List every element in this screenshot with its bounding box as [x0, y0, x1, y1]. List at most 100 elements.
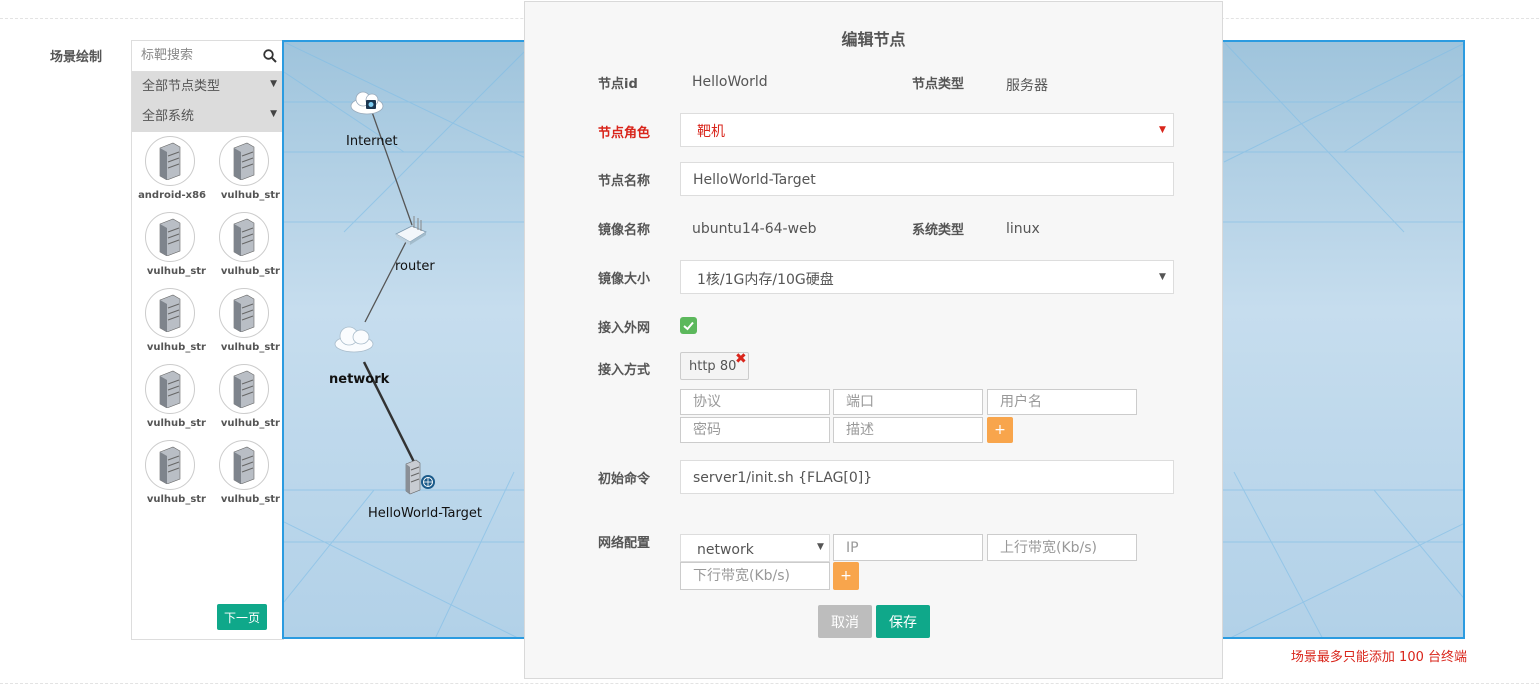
- image-size-select[interactable]: 1核/1G内存/10G硬盘: [680, 260, 1174, 294]
- modal-title: 编辑节点: [841, 30, 906, 49]
- palette-node[interactable]: vulhub_str: [132, 440, 206, 516]
- chevron-down-icon: ▼: [270, 79, 277, 89]
- network-cloud-icon: [334, 326, 374, 353]
- server-icon: [233, 294, 255, 332]
- internet-cloud-icon: [350, 91, 384, 115]
- server-icon: [159, 446, 181, 484]
- system-type-value: linux: [1006, 221, 1040, 237]
- node-thumb: [145, 212, 195, 262]
- node-label-router[interactable]: router: [395, 259, 435, 274]
- palette-node[interactable]: vulhub_str: [206, 212, 280, 288]
- add-access-button[interactable]: +: [987, 417, 1013, 443]
- node-label-network[interactable]: network: [329, 372, 389, 387]
- chevron-down-icon: ▼: [1159, 272, 1166, 282]
- palette-node-label: vulhub_str: [220, 266, 280, 277]
- node-label-target[interactable]: HelloWorld-Target: [368, 506, 482, 521]
- server-icon: [159, 370, 181, 408]
- server-icon: [233, 218, 255, 256]
- network-select[interactable]: network: [680, 534, 830, 562]
- node-thumb: [219, 288, 269, 338]
- protocol-input[interactable]: [680, 389, 830, 415]
- server-icon: [233, 446, 255, 484]
- ip-input[interactable]: [833, 534, 983, 561]
- cancel-button[interactable]: 取消: [818, 605, 872, 638]
- remove-icon[interactable]: ✖: [735, 351, 747, 367]
- server-icon: [233, 370, 255, 408]
- down-bandwidth-input[interactable]: [680, 562, 830, 590]
- node-thumb: [219, 364, 269, 414]
- init-cmd-label: 初始命令: [598, 472, 651, 487]
- palette-node[interactable]: vulhub_str: [206, 136, 280, 212]
- check-icon: [683, 321, 694, 331]
- username-input[interactable]: [987, 389, 1137, 415]
- init-cmd-value: server1/init.sh {FLAG[0]}: [693, 470, 873, 486]
- node-role-select[interactable]: 靶机: [680, 113, 1174, 147]
- node-name-input[interactable]: HelloWorld-Target: [680, 162, 1174, 196]
- node-id-label: 节点id: [598, 77, 638, 92]
- node-thumb: [145, 288, 195, 338]
- server-icon: [233, 142, 255, 180]
- edit-node-modal: 编辑节点 节点id HelloWorld 节点类型 服务器 节点角色 靶机 ▼ …: [524, 1, 1223, 679]
- add-network-button[interactable]: +: [833, 562, 859, 590]
- node-name-value: HelloWorld-Target: [693, 172, 816, 188]
- filter-system[interactable]: 全部系统 ▼: [132, 102, 283, 132]
- palette-node[interactable]: vulhub_str: [206, 440, 280, 516]
- palette-node[interactable]: vulhub_str: [206, 364, 280, 440]
- image-name-value: ubuntu14-64-web: [692, 221, 817, 237]
- image-name-label: 镜像名称: [598, 223, 651, 238]
- palette-node-label: vulhub_str: [146, 342, 206, 353]
- image-size-label: 镜像大小: [598, 272, 651, 287]
- node-palette: 全部节点类型 ▼ 全部系统 ▼ android-x86vulhub_strvul…: [131, 40, 284, 640]
- terminal-limit-note: 场景最多只能添加 100 台终端: [1290, 650, 1467, 665]
- node-label-internet[interactable]: Internet: [346, 134, 398, 149]
- palette-node-label: vulhub_str: [146, 266, 206, 277]
- link-internet-router: [371, 111, 413, 226]
- external-net-checkbox[interactable]: [680, 317, 697, 334]
- save-button[interactable]: 保存: [876, 605, 930, 638]
- search-icon[interactable]: [263, 49, 277, 63]
- link-router-network: [364, 237, 409, 323]
- password-input[interactable]: [680, 417, 830, 443]
- palette-node[interactable]: vulhub_str: [132, 212, 206, 288]
- description-input[interactable]: [833, 417, 983, 443]
- palette-node[interactable]: vulhub_str: [132, 288, 206, 364]
- palette-node-label: vulhub_str: [146, 418, 206, 429]
- palette-node-label: vulhub_str: [220, 418, 280, 429]
- server-icon: [159, 218, 181, 256]
- access-tag: http 80 ✖: [680, 351, 749, 380]
- node-thumb: [145, 364, 195, 414]
- section-label: 场景绘制: [50, 50, 103, 65]
- palette-node-label: vulhub_str: [220, 342, 280, 353]
- chevron-down-icon: ▼: [1159, 125, 1166, 135]
- up-bandwidth-input[interactable]: [987, 534, 1137, 561]
- palette-node[interactable]: vulhub_str: [206, 288, 280, 364]
- node-role-label: 节点角色: [598, 126, 651, 141]
- node-thumb: [219, 440, 269, 490]
- filter-node-type-label: 全部节点类型: [142, 79, 221, 94]
- port-input[interactable]: [833, 389, 983, 415]
- palette-search-input[interactable]: [132, 41, 251, 69]
- bottom-divider: [0, 683, 1539, 684]
- init-cmd-input[interactable]: server1/init.sh {FLAG[0]}: [680, 460, 1174, 494]
- system-type-label: 系统类型: [912, 223, 965, 238]
- filter-node-type[interactable]: 全部节点类型 ▼: [132, 72, 283, 102]
- node-role-value: 靶机: [697, 124, 725, 140]
- network-select-value: network: [697, 542, 754, 558]
- access-tag-label: http 80: [689, 359, 737, 374]
- image-size-value: 1核/1G内存/10G硬盘: [697, 272, 834, 288]
- palette-node-label: vulhub_str: [220, 190, 280, 201]
- target-server-icon: [405, 459, 435, 495]
- palette-node-label: vulhub_str: [220, 494, 280, 505]
- chevron-down-icon: ▼: [270, 109, 277, 119]
- node-thumb: [219, 136, 269, 186]
- node-thumb: [145, 136, 195, 186]
- node-name-label: 节点名称: [598, 174, 651, 189]
- palette-node[interactable]: android-x86: [132, 136, 206, 212]
- filter-system-label: 全部系统: [142, 109, 195, 124]
- palette-node-label: vulhub_str: [146, 494, 206, 505]
- network-config-label: 网络配置: [598, 536, 651, 551]
- next-page-button[interactable]: 下一页: [217, 604, 267, 630]
- node-type-label: 节点类型: [912, 77, 965, 92]
- access-mode-label: 接入方式: [598, 363, 651, 378]
- palette-node[interactable]: vulhub_str: [132, 364, 206, 440]
